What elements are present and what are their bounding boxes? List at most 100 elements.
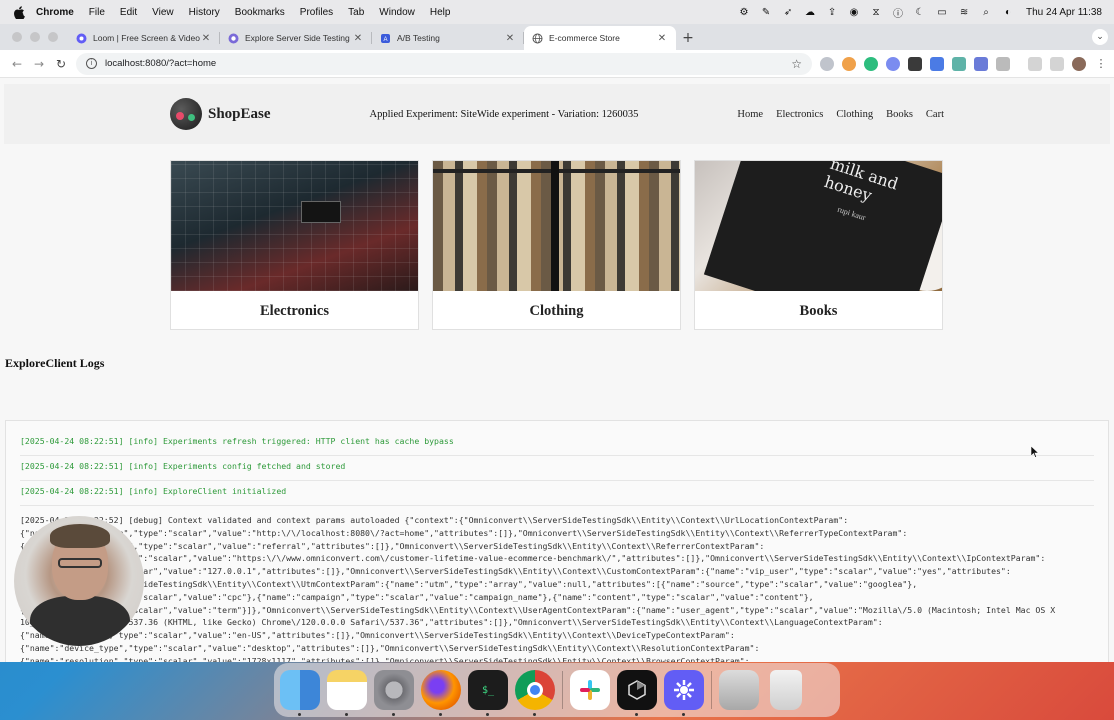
- menu-bookmarks[interactable]: Bookmarks: [235, 7, 285, 18]
- wifi-icon[interactable]: ≋: [958, 6, 970, 18]
- menu-clock[interactable]: Thu 24 Apr 11:38: [1026, 7, 1102, 18]
- minimize-window-button[interactable]: [30, 32, 40, 42]
- macos-dock: $_: [274, 663, 840, 717]
- record-icon[interactable]: ◉: [848, 6, 860, 18]
- close-tab-icon[interactable]: ✕: [352, 33, 364, 44]
- menu-view[interactable]: View: [152, 7, 174, 18]
- extension-gear-icon[interactable]: [886, 56, 900, 71]
- loom-icon: [76, 33, 87, 44]
- menu-window[interactable]: Window: [379, 7, 415, 18]
- cloud-icon[interactable]: ☁: [804, 6, 816, 18]
- rocket-icon[interactable]: ➶: [782, 6, 794, 18]
- apple-icon[interactable]: [12, 5, 26, 19]
- logs-panel[interactable]: [2025-04-24 08:22:51] [info] Experiments…: [5, 420, 1109, 662]
- chrome-menu-icon[interactable]: ⋮: [1094, 57, 1108, 71]
- trash-icon[interactable]: [770, 670, 802, 710]
- extension-green-icon[interactable]: [864, 56, 878, 71]
- tab-search-dropdown-icon[interactable]: ⌄: [1092, 29, 1108, 45]
- clothing-image: [433, 161, 680, 291]
- menu-history[interactable]: History: [189, 7, 220, 18]
- fullscreen-window-button[interactable]: [48, 32, 58, 42]
- battery-icon[interactable]: ▭: [936, 6, 948, 18]
- loom-app-icon[interactable]: [664, 670, 704, 716]
- forward-button[interactable]: →: [28, 53, 50, 75]
- tab-strip: Loom | Free Screen & Video R ✕ Explore S…: [0, 24, 1114, 50]
- profile-avatar[interactable]: [1072, 56, 1086, 71]
- webcam-bubble[interactable]: [14, 516, 144, 646]
- menu-file[interactable]: File: [89, 7, 105, 18]
- back-button[interactable]: ←: [6, 53, 28, 75]
- extension-puzzle-icon[interactable]: [974, 56, 988, 71]
- tab-ab-testing[interactable]: A A/B Testing ✕: [372, 26, 524, 50]
- reload-button[interactable]: ↻: [50, 53, 72, 75]
- nav-home[interactable]: Home: [737, 109, 763, 120]
- tab-title: Explore Server Side Testing S: [245, 33, 352, 43]
- menu-help[interactable]: Help: [430, 7, 451, 18]
- nav-electronics[interactable]: Electronics: [776, 109, 823, 120]
- extension-cookie-icon[interactable]: [842, 56, 856, 71]
- slack-icon[interactable]: [570, 670, 610, 710]
- new-tab-button[interactable]: +: [676, 26, 700, 50]
- extension-grid-icon[interactable]: [908, 56, 922, 71]
- close-tab-icon[interactable]: ✕: [504, 33, 516, 44]
- menu-app-name[interactable]: Chrome: [36, 7, 74, 18]
- category-cards: Electronics Clothing milk and honey rupi…: [170, 160, 1114, 330]
- books-image: milk and honey rupi kaur: [695, 161, 942, 291]
- firefox-icon[interactable]: [421, 670, 461, 716]
- category-card-electronics[interactable]: Electronics: [170, 160, 419, 330]
- control-center-icon[interactable]: ◐: [1002, 6, 1014, 18]
- extension-loom-icon[interactable]: [952, 56, 966, 71]
- log-line: [2025-04-24 08:22:51] [info] ExploreClie…: [20, 481, 1094, 506]
- extension-icon[interactable]: ⧖: [870, 6, 882, 18]
- address-bar[interactable]: i localhost:8080/?act=home ☆: [76, 52, 812, 75]
- log-debug-entry: [2025-04-24 08:22:52] [debug] Context va…: [20, 515, 1056, 662]
- tab-title: E-commerce Store: [549, 33, 620, 43]
- upload-icon[interactable]: ⇪: [826, 6, 838, 18]
- extension-search-icon[interactable]: [820, 56, 834, 71]
- gear-icon[interactable]: ⚙: [738, 6, 750, 18]
- site-logo-text: ShopEase: [208, 105, 271, 122]
- menu-tab[interactable]: Tab: [348, 7, 364, 18]
- extensions-menu-icon[interactable]: [996, 56, 1010, 71]
- finder-icon[interactable]: [280, 670, 320, 716]
- electronics-image: [171, 161, 418, 291]
- info-icon[interactable]: ⓘ: [892, 6, 904, 20]
- nav-cart[interactable]: Cart: [926, 109, 944, 120]
- svg-text:A: A: [383, 37, 387, 43]
- moon-icon[interactable]: ☾: [914, 6, 926, 18]
- site-header: ShopEase Applied Experiment: SiteWide ex…: [4, 84, 1110, 144]
- search-icon[interactable]: ⌕: [980, 6, 992, 18]
- system-settings-icon[interactable]: [374, 670, 414, 716]
- close-tab-icon[interactable]: ✕: [656, 33, 668, 44]
- split-view-icon[interactable]: [1050, 56, 1064, 71]
- cursor-app-icon[interactable]: [617, 670, 657, 716]
- download-icon[interactable]: [1028, 56, 1042, 71]
- category-label: Clothing: [529, 302, 584, 319]
- nav-clothing[interactable]: Clothing: [836, 109, 873, 120]
- tab-explore-server-side[interactable]: Explore Server Side Testing S ✕: [220, 26, 372, 50]
- page-content: ShopEase Applied Experiment: SiteWide ex…: [0, 78, 1114, 662]
- pen-icon[interactable]: ✎: [760, 6, 772, 18]
- category-card-books[interactable]: milk and honey rupi kaur Books: [694, 160, 943, 330]
- close-window-button[interactable]: [12, 32, 22, 42]
- site-nav: Home Electronics Clothing Books Cart: [737, 109, 944, 120]
- chrome-icon[interactable]: [515, 670, 555, 716]
- extension-blue-icon[interactable]: [930, 56, 944, 71]
- site-logo[interactable]: ShopEase: [170, 98, 271, 130]
- site-info-icon[interactable]: i: [86, 58, 97, 69]
- preview-icon[interactable]: [719, 670, 759, 710]
- notes-icon[interactable]: [327, 670, 367, 716]
- terminal-icon[interactable]: $_: [468, 670, 508, 716]
- address-url[interactable]: localhost:8080/?act=home: [105, 58, 216, 69]
- category-label: Electronics: [260, 302, 329, 319]
- tab-loom[interactable]: Loom | Free Screen & Video R ✕: [68, 26, 220, 50]
- tab-ecommerce-store[interactable]: E-commerce Store ✕: [524, 26, 676, 50]
- bookmark-star-icon[interactable]: ☆: [791, 57, 802, 71]
- category-card-clothing[interactable]: Clothing: [432, 160, 681, 330]
- close-tab-icon[interactable]: ✕: [200, 33, 212, 44]
- experiment-banner: Applied Experiment: SiteWide experiment …: [369, 108, 639, 120]
- log-line: [2025-04-24 08:22:51] [info] Experiments…: [20, 431, 1094, 456]
- nav-books[interactable]: Books: [886, 109, 913, 120]
- menu-profiles[interactable]: Profiles: [300, 7, 333, 18]
- menu-edit[interactable]: Edit: [120, 7, 137, 18]
